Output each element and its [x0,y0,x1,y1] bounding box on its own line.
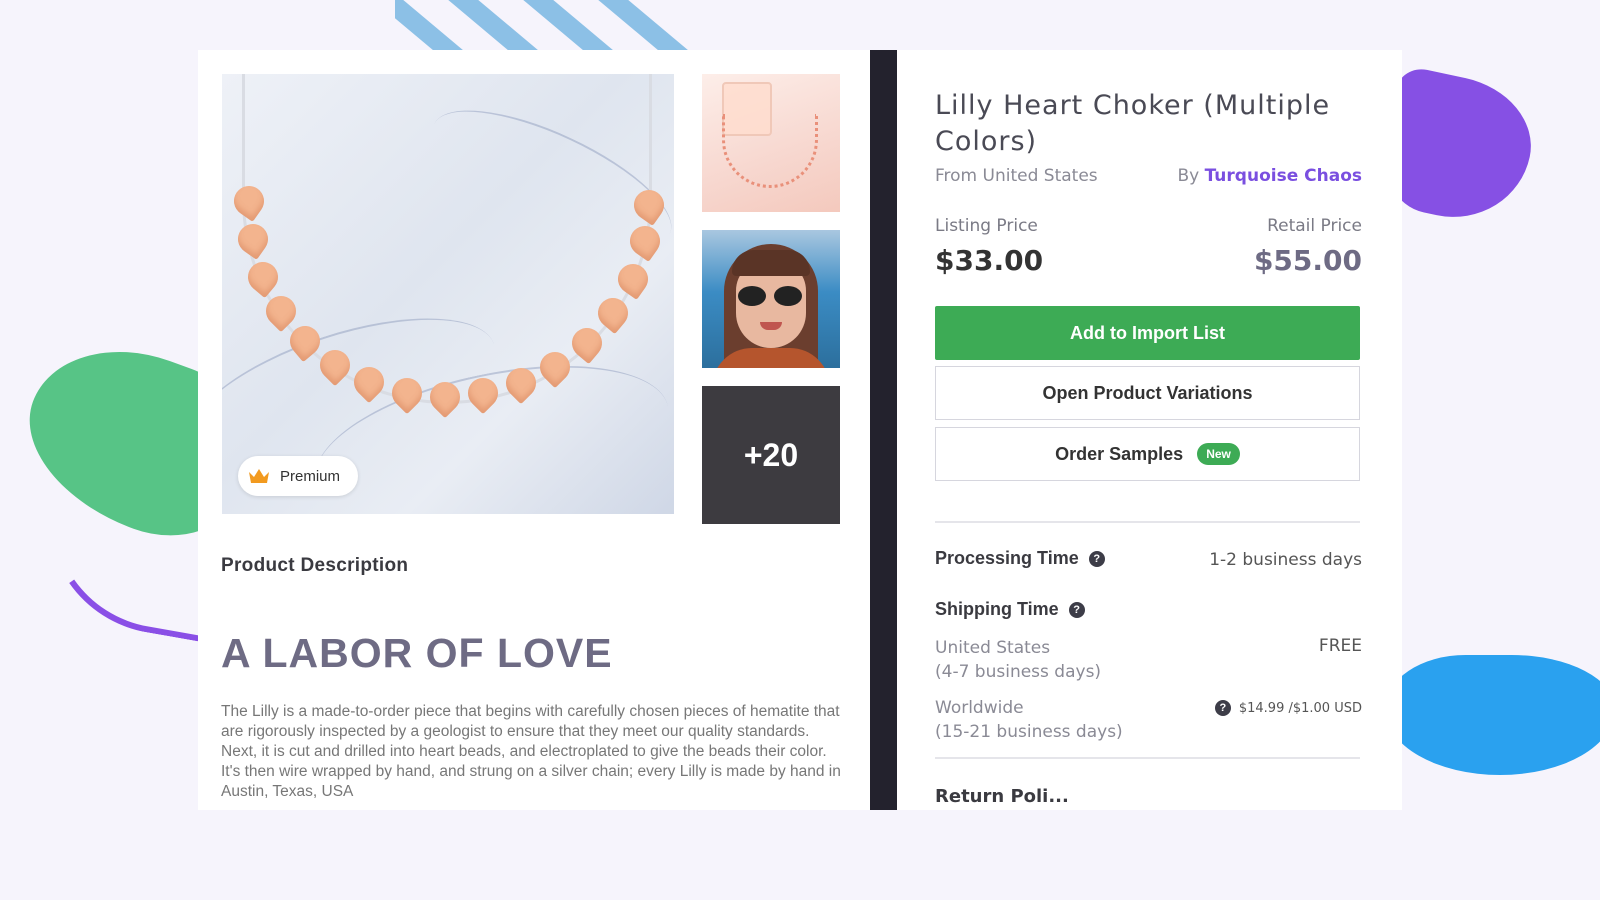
shipping-price-worldwide: ? $14.99 /$1.00 USD [1214,700,1362,716]
product-details-pane: Lilly Heart Choker (Multiple Colors) Fro… [897,50,1402,810]
decorative-blue-blob [1385,655,1600,775]
more-images-button[interactable]: +20 [702,386,840,524]
shipping-help-icon[interactable]: ? [1068,601,1085,618]
product-title: Lilly Heart Choker (Multiple Colors) [935,90,1331,157]
processing-help-icon[interactable]: ? [1088,550,1105,567]
destination-name: Worldwide [935,698,1024,718]
product-origin: From United States [935,166,1098,186]
pane-divider [870,50,897,810]
worldwide-price-text: $14.99 /$1.00 USD [1238,700,1362,716]
listing-price-label: Listing Price [935,216,1038,236]
add-to-import-list-button[interactable]: Add to Import List [935,306,1360,360]
destination-worldwide: Worldwide (15-21 business days) [935,696,1123,744]
processing-time-text: Processing Time [935,548,1079,568]
shipping-price-united-states: FREE [1318,636,1362,656]
open-product-variations-label: Open Product Variations [1042,382,1253,403]
open-product-variations-button[interactable]: Open Product Variations [935,366,1360,420]
retail-price-value: $55.00 [1253,244,1362,277]
return-policy-heading: Return Poli... [935,786,1069,807]
premium-badge: Premium [238,456,358,496]
section-divider [935,757,1360,759]
shipping-time-text: Shipping Time [935,599,1059,619]
processing-time-value: 1-2 business days [1209,550,1362,570]
order-samples-label: Order Samples [1055,443,1184,464]
by-prefix: By [1177,166,1200,186]
seller-byline: By Turquoise Chaos [1177,166,1362,186]
shipping-time-label: Shipping Time ? [935,599,1085,620]
listing-price-value: $33.00 [935,244,1044,277]
product-modal: Premium +20 Product Description A LABOR … [198,50,1402,810]
crown-icon [249,469,269,483]
decorative-stripes [395,0,695,52]
section-divider [935,521,1360,523]
destination-duration: (15-21 business days) [935,722,1123,742]
product-description-label: Product Description [221,555,409,576]
product-gallery-pane: Premium +20 Product Description A LABOR … [198,50,870,810]
worldwide-price-help-icon[interactable]: ? [1214,700,1231,716]
destination-united-states: United States (4-7 business days) [935,636,1101,684]
retail-price-label: Retail Price [1267,216,1362,236]
description-body: The Lilly is a made-to-order piece that … [221,703,841,800]
main-product-image[interactable]: Premium [222,74,674,514]
add-to-import-list-label: Add to Import List [1070,322,1225,343]
premium-label: Premium [280,467,341,485]
description-heading: A LABOR OF LOVE [221,630,613,676]
processing-time-label: Processing Time ? [935,548,1105,569]
thumbnail-1[interactable] [702,74,840,212]
thumbnail-2[interactable] [702,230,840,368]
new-badge: New [1197,443,1240,465]
destination-duration: (4-7 business days) [935,662,1102,682]
destination-name: United States [935,638,1051,658]
more-images-count: +20 [743,436,799,473]
seller-link[interactable]: Turquoise Chaos [1205,166,1362,186]
order-samples-button[interactable]: Order Samples New [935,427,1360,481]
